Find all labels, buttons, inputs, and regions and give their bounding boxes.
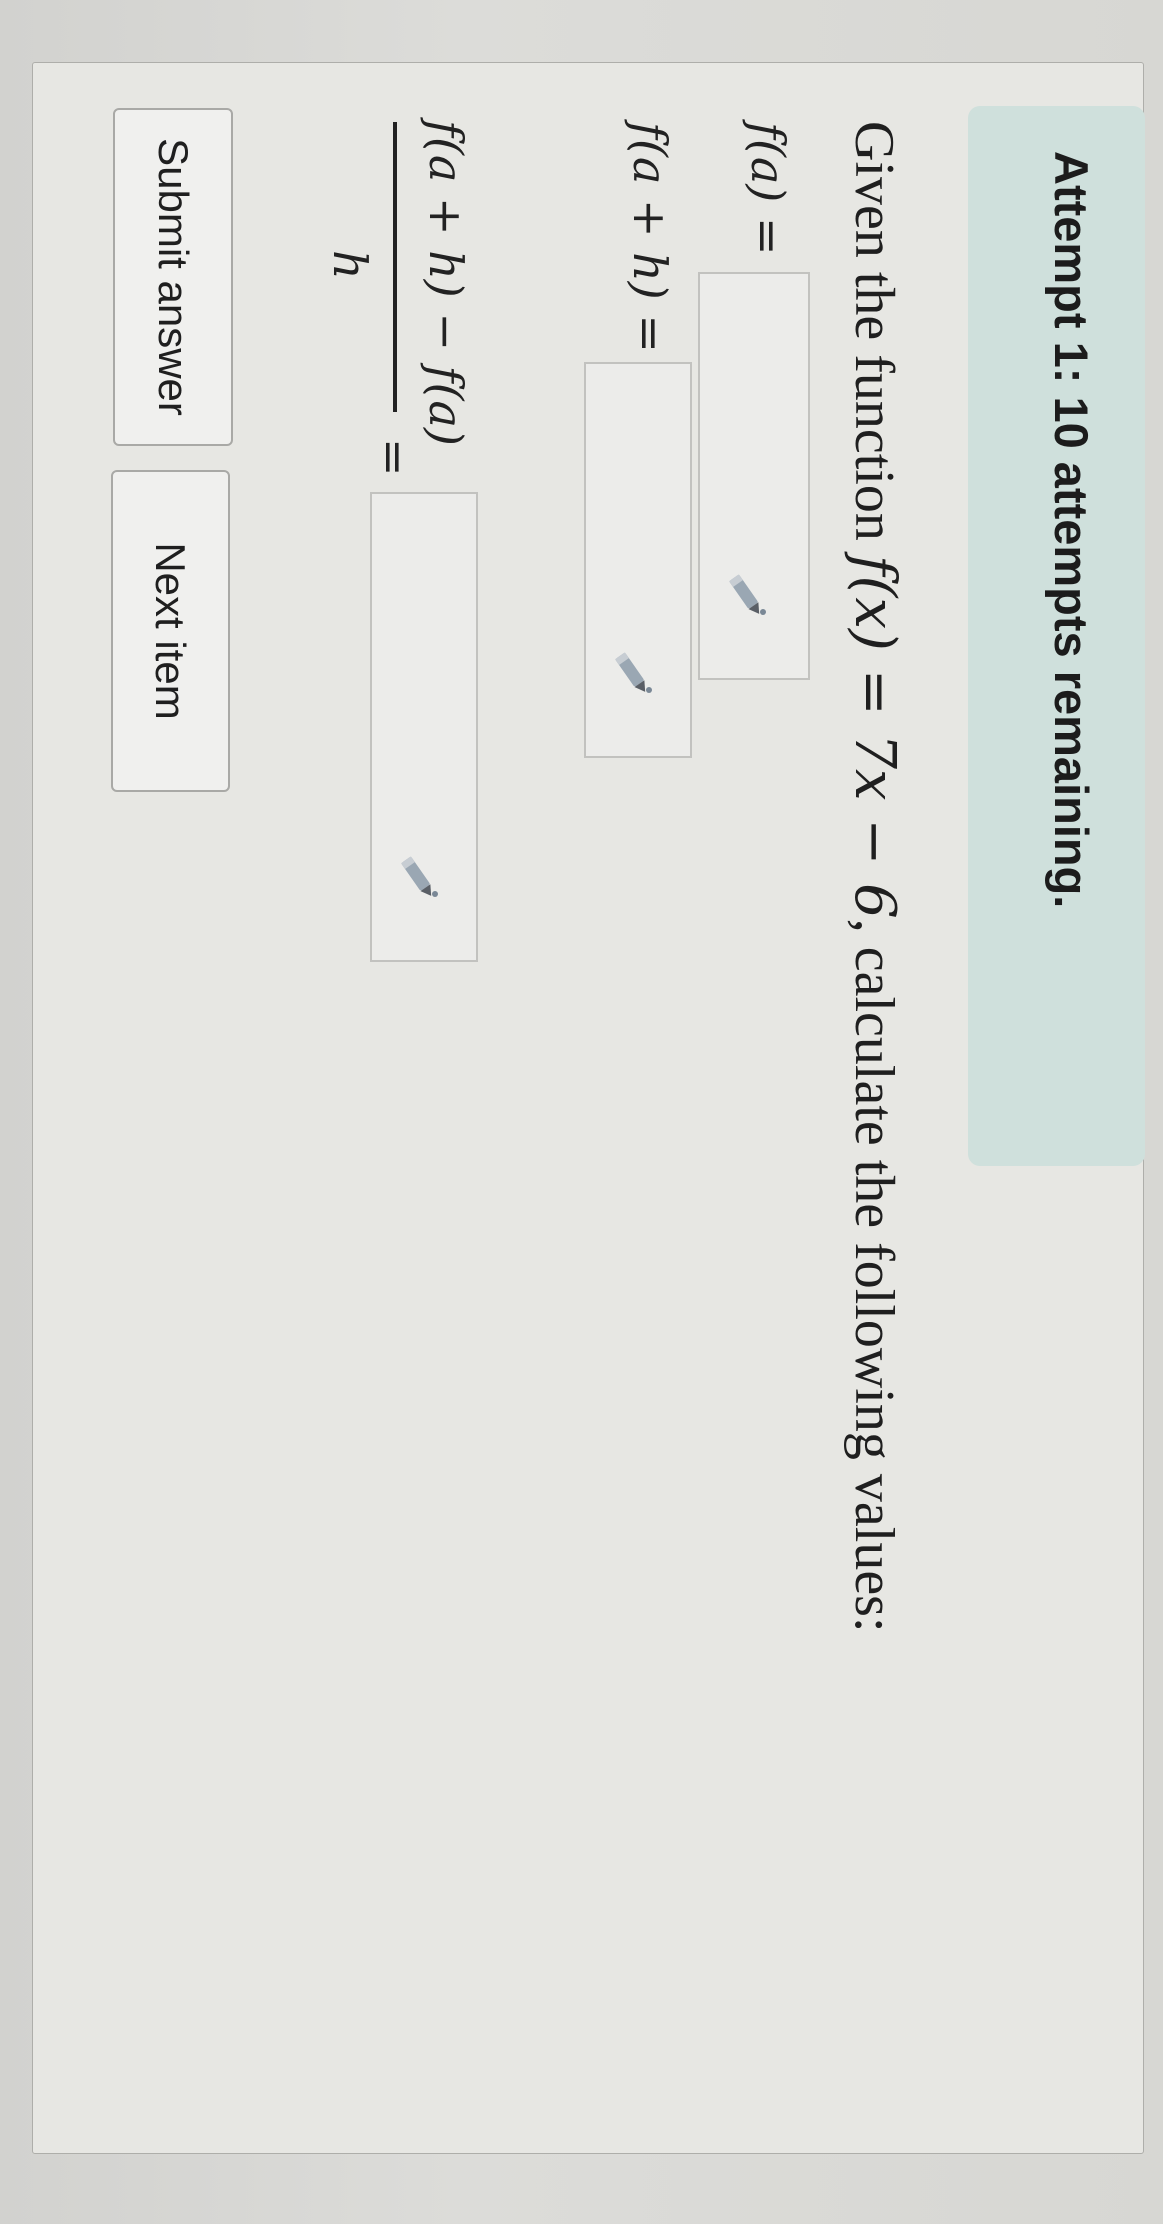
f-a-plus-h-label: f(a + h) = bbox=[623, 122, 677, 353]
submit-answer-button[interactable]: Submit answer bbox=[113, 108, 233, 446]
quotient-numerator: f(a + h) − f(a) bbox=[419, 120, 473, 446]
question-prompt: Given the function f(x) = 7x − 6, calcul… bbox=[842, 121, 907, 1633]
pencil-icon[interactable] bbox=[722, 568, 770, 622]
function-expression: f(x) = 7x − 6 bbox=[842, 554, 907, 919]
quotient-denominator: h bbox=[323, 250, 377, 280]
attempts-text: Attempt 1: 10 attempts remaining. bbox=[1045, 151, 1098, 909]
screen: Attempt 1: 10 attempts remaining. Given … bbox=[0, 0, 1163, 2224]
difference-quotient: f(a + h) − f(a) h bbox=[273, 120, 473, 446]
f-a-plus-h-answer-input[interactable] bbox=[584, 362, 692, 758]
f-a-label: f(a) = bbox=[741, 122, 795, 256]
prompt-text-after: , calculate the following values: bbox=[843, 918, 905, 1633]
quotient-equals: = bbox=[367, 438, 421, 477]
difference-quotient-answer-input[interactable] bbox=[370, 492, 478, 962]
prompt-text-before: Given the function bbox=[843, 121, 905, 555]
pencil-icon[interactable] bbox=[608, 646, 656, 700]
rotated-content: Attempt 1: 10 attempts remaining. Given … bbox=[70, 72, 1155, 2152]
next-item-button[interactable]: Next item bbox=[111, 470, 230, 792]
pencil-icon[interactable] bbox=[394, 850, 442, 904]
fraction-bar bbox=[393, 122, 397, 412]
f-a-answer-input[interactable] bbox=[698, 272, 810, 680]
attempts-banner: Attempt 1: 10 attempts remaining. bbox=[968, 106, 1145, 1166]
